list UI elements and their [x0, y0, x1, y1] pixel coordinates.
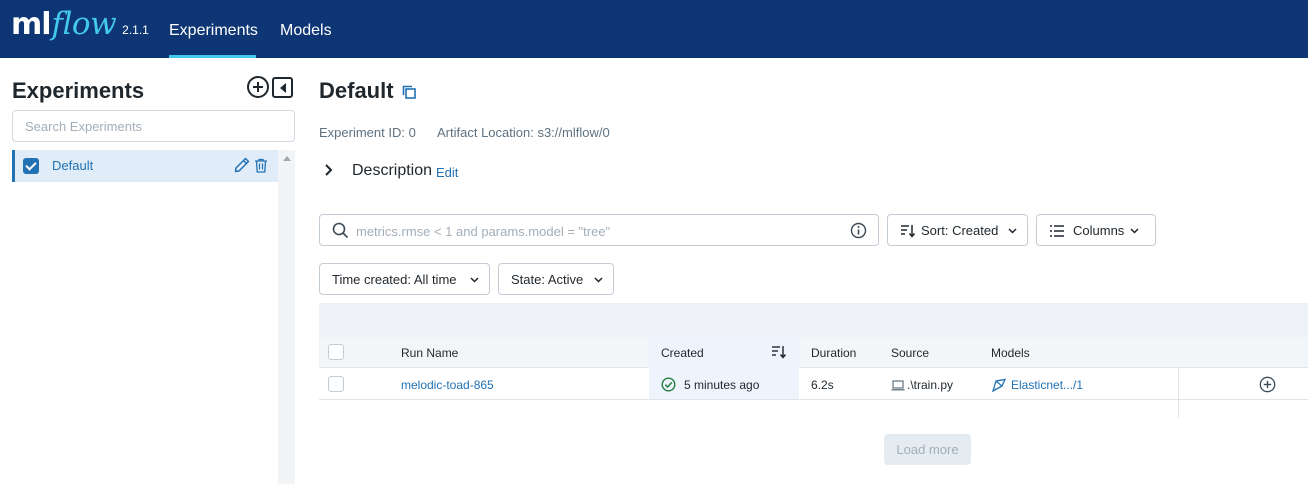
- status-success-icon: [661, 377, 676, 392]
- nav-tab-experiments[interactable]: Experiments: [169, 0, 258, 58]
- sort-descending-icon[interactable]: [771, 345, 787, 359]
- description-edit-link[interactable]: Edit: [436, 165, 458, 180]
- chevron-right-icon[interactable]: [320, 162, 336, 178]
- logo-ml-text: ml: [11, 7, 52, 42]
- mlflow-logo[interactable]: ml flow 2.1.1: [11, 6, 149, 50]
- chevron-down-icon: [1008, 228, 1017, 234]
- run-duration: 6.2s: [811, 378, 834, 392]
- run-source: .\train.py: [907, 378, 954, 392]
- columns-label: Columns: [1073, 223, 1125, 238]
- state-label: State: Active: [511, 272, 584, 287]
- load-more-button[interactable]: Load more: [884, 434, 971, 465]
- sidebar-item-label[interactable]: Default: [52, 158, 93, 173]
- search-icon: [332, 222, 349, 239]
- collapse-sidebar-icon[interactable]: [272, 77, 293, 98]
- sidebar-item-default[interactable]: Default: [12, 150, 278, 182]
- row-checkbox[interactable]: [328, 376, 344, 392]
- add-column-icon[interactable]: [1259, 376, 1276, 393]
- header-created[interactable]: Created: [661, 346, 704, 360]
- description-label[interactable]: Description: [352, 162, 432, 180]
- search-experiments-input[interactable]: [12, 110, 295, 142]
- state-filter[interactable]: State: Active: [498, 263, 614, 295]
- runs-search-input[interactable]: [356, 221, 836, 241]
- chevron-down-icon: [1130, 228, 1139, 234]
- trash-icon[interactable]: [254, 158, 268, 173]
- time-created-label: Time created: All time: [332, 272, 457, 287]
- table-group-header: [319, 303, 1308, 337]
- runs-search-box[interactable]: [319, 214, 879, 246]
- sidebar-scrollbar[interactable]: [278, 150, 295, 484]
- header-duration[interactable]: Duration: [811, 346, 856, 360]
- create-experiment-icon[interactable]: [247, 76, 269, 98]
- info-icon[interactable]: [850, 222, 867, 239]
- version-label: 2.1.1: [122, 23, 149, 37]
- header-source[interactable]: Source: [891, 346, 929, 360]
- sort-icon: [901, 225, 916, 238]
- run-model-link[interactable]: Elasticnet.../1: [1011, 378, 1083, 392]
- run-created: 5 minutes ago: [684, 378, 760, 392]
- columns-button[interactable]: Columns: [1036, 214, 1156, 246]
- sort-label: Sort: Created: [921, 223, 999, 238]
- nav-tab-models[interactable]: Models: [280, 0, 332, 58]
- model-icon: [991, 378, 1007, 393]
- sort-button[interactable]: Sort: Created: [887, 214, 1028, 246]
- header-run-name[interactable]: Run Name: [401, 346, 458, 360]
- scroll-up-arrow-icon[interactable]: [283, 156, 291, 161]
- list-icon: [1050, 225, 1064, 237]
- page-title: Default: [319, 78, 394, 103]
- header-models[interactable]: Models: [991, 346, 1030, 360]
- top-navbar: ml flow 2.1.1 Experiments Models: [0, 0, 1308, 58]
- laptop-icon: [891, 380, 905, 391]
- time-created-filter[interactable]: Time created: All time: [319, 263, 490, 295]
- pencil-icon[interactable]: [234, 157, 250, 173]
- artifact-location: Artifact Location: s3://mlflow/0: [437, 125, 610, 140]
- column-divider: [1178, 368, 1179, 418]
- chevron-down-icon: [594, 277, 603, 283]
- sidebar-title: Experiments: [12, 78, 145, 103]
- experiment-checkbox[interactable]: [23, 158, 39, 174]
- copy-icon[interactable]: [402, 85, 416, 99]
- logo-flow-text: flow: [51, 6, 117, 42]
- select-all-checkbox[interactable]: [328, 344, 344, 360]
- experiment-id: Experiment ID: 0: [319, 125, 416, 140]
- chevron-down-icon: [470, 277, 479, 283]
- run-name-link[interactable]: melodic-toad-865: [401, 378, 494, 392]
